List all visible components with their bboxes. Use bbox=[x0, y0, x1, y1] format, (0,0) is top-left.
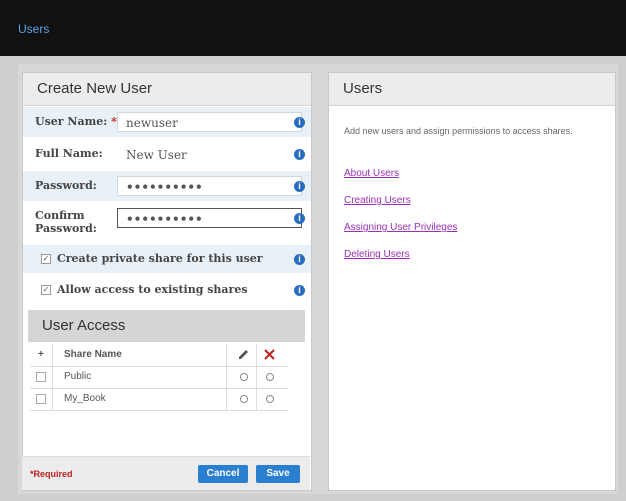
table-header-row: + Share Name bbox=[30, 344, 288, 367]
username-label: User Name: * bbox=[35, 115, 117, 128]
panel-header: Users bbox=[329, 73, 615, 106]
link-creating-users[interactable]: Creating Users bbox=[344, 195, 411, 206]
panel-title: Create New User bbox=[37, 80, 153, 97]
read-write-radio[interactable] bbox=[240, 395, 248, 403]
info-icon[interactable]: i bbox=[294, 181, 305, 192]
required-note: *Required bbox=[30, 469, 73, 479]
confirm-password-input[interactable]: •••••••••• bbox=[117, 208, 302, 228]
private-share-label: Create private share for this user bbox=[57, 252, 263, 265]
x-icon bbox=[264, 349, 275, 363]
create-user-panel: Create New User User Name: * newuser i F… bbox=[22, 72, 312, 491]
existing-shares-option: ✓ Allow access to existing shares i bbox=[23, 276, 311, 304]
read-write-radio[interactable] bbox=[240, 373, 248, 381]
share-checkbox[interactable] bbox=[36, 394, 46, 404]
link-deleting-users[interactable]: Deleting Users bbox=[344, 249, 410, 260]
private-share-checkbox[interactable]: ✓ bbox=[41, 254, 51, 264]
deny-radio[interactable] bbox=[266, 395, 274, 403]
share-name: Public bbox=[64, 371, 92, 382]
form-footer: *Required Cancel Save bbox=[22, 456, 310, 490]
password-input[interactable]: •••••••••• bbox=[117, 176, 302, 196]
info-icon[interactable]: i bbox=[294, 149, 305, 160]
fullname-input[interactable]: New User bbox=[117, 144, 302, 164]
existing-shares-checkbox[interactable]: ✓ bbox=[41, 285, 51, 295]
info-icon[interactable]: i bbox=[294, 254, 305, 265]
fullname-row: Full Name: New User i bbox=[23, 139, 311, 169]
pencil-icon bbox=[238, 349, 249, 363]
password-row: Password: •••••••••• i bbox=[23, 171, 311, 201]
cancel-button[interactable]: Cancel bbox=[198, 465, 248, 483]
confirm-password-label: Confirm Password: bbox=[35, 209, 97, 235]
top-bar: Users bbox=[0, 0, 626, 56]
username-row: User Name: * newuser i bbox=[23, 107, 311, 137]
share-checkbox[interactable] bbox=[36, 372, 46, 382]
add-share-icon[interactable]: + bbox=[38, 349, 44, 360]
save-button[interactable]: Save bbox=[256, 465, 300, 483]
share-name-header[interactable]: Share Name bbox=[64, 349, 122, 360]
existing-shares-label: Allow access to existing shares bbox=[57, 283, 248, 296]
app-title[interactable]: Users bbox=[18, 22, 49, 36]
password-label: Password: bbox=[35, 179, 97, 192]
user-access-header: User Access bbox=[28, 310, 305, 342]
table-row: Public bbox=[30, 366, 288, 389]
fullname-label: Full Name: bbox=[35, 147, 103, 160]
deny-radio[interactable] bbox=[266, 373, 274, 381]
private-share-option: ✓ Create private share for this user i bbox=[23, 245, 311, 273]
panel-title: Users bbox=[343, 80, 383, 97]
link-about-users[interactable]: About Users bbox=[344, 168, 399, 179]
user-access-title: User Access bbox=[42, 317, 126, 334]
table-row: My_Book bbox=[30, 388, 288, 411]
info-icon[interactable]: i bbox=[294, 213, 305, 224]
link-assigning-privileges[interactable]: Assigning User Privileges bbox=[344, 222, 457, 233]
share-name: My_Book bbox=[64, 393, 106, 404]
info-icon[interactable]: i bbox=[294, 285, 305, 296]
confirm-password-row: Confirm Password: •••••••••• i bbox=[23, 203, 311, 239]
username-input[interactable]: newuser bbox=[117, 112, 302, 132]
panel-header: Create New User bbox=[23, 73, 311, 106]
info-icon[interactable]: i bbox=[294, 117, 305, 128]
help-description: Add new users and assign permissions to … bbox=[344, 126, 573, 136]
